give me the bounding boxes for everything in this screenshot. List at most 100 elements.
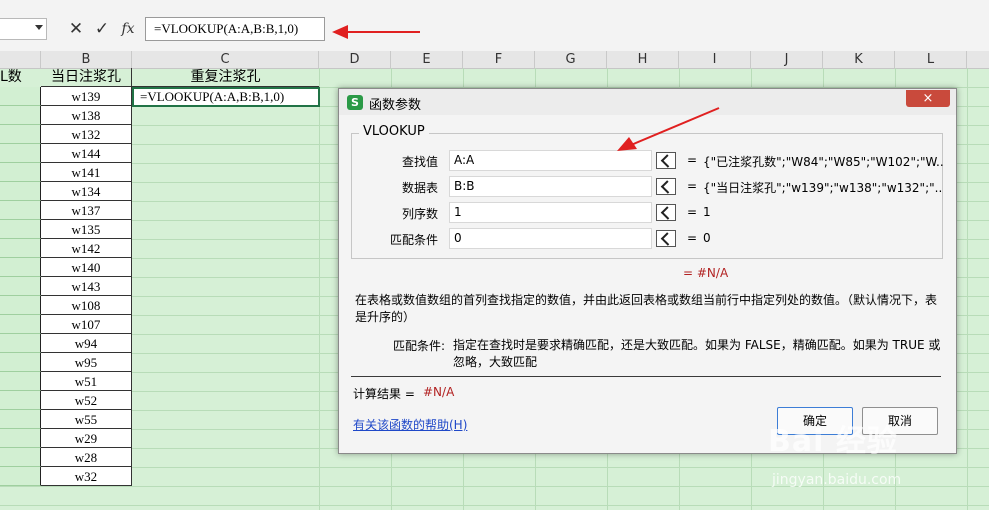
cell-a[interactable] (0, 125, 41, 144)
cell-a1[interactable]: L数 (0, 68, 41, 87)
cell-a[interactable] (0, 239, 41, 258)
calc-result-value: #N/A (423, 385, 455, 399)
cell-a[interactable] (0, 258, 41, 277)
column-header[interactable]: B (41, 51, 132, 68)
wps-logo-icon: S (347, 95, 363, 110)
cell-a[interactable] (0, 353, 41, 372)
cell-a[interactable] (0, 467, 41, 486)
active-cell-c2[interactable]: =VLOOKUP(A:A,B:B,1,0) (132, 87, 320, 107)
function-name: VLOOKUP (359, 124, 429, 139)
cell-b1[interactable]: 当日注浆孔 (41, 68, 132, 87)
col-index-input[interactable]: 1 (449, 202, 652, 223)
cell-b[interactable]: w108 (41, 296, 132, 315)
cell-b[interactable]: w52 (41, 391, 132, 410)
range-lookup-input[interactable]: 0 (449, 228, 652, 249)
arg-equals: = (687, 153, 698, 167)
cell-a[interactable] (0, 315, 41, 334)
cell-a[interactable] (0, 163, 41, 182)
cell-a[interactable] (0, 106, 41, 125)
baidu-watermark: Bai 经验 jingyan.baidu.com (760, 410, 989, 510)
column-header[interactable]: F (463, 51, 535, 68)
red-arrow-annotation (332, 25, 420, 39)
range-select-icon[interactable] (656, 178, 676, 195)
column-header-a[interactable] (0, 51, 41, 68)
cell-b[interactable]: w51 (41, 372, 132, 391)
watermark-url: jingyan.baidu.com (772, 472, 902, 488)
cell-a[interactable] (0, 391, 41, 410)
cell-b[interactable]: w32 (41, 467, 132, 486)
cell-a[interactable] (0, 144, 41, 163)
cell-a[interactable] (0, 201, 41, 220)
cell-b[interactable]: w95 (41, 353, 132, 372)
divider (351, 376, 941, 377)
arg-result: {"已注浆孔数";"W84";"W85";"W102";"W... (703, 155, 943, 169)
cell-b[interactable]: w29 (41, 429, 132, 448)
cancel-formula-icon[interactable]: ✕ (66, 18, 86, 40)
cell-b[interactable]: w107 (41, 315, 132, 334)
column-header[interactable]: D (319, 51, 391, 68)
cell-a[interactable] (0, 448, 41, 467)
lookup-value-input[interactable]: A:A (449, 150, 652, 171)
name-box[interactable] (0, 18, 47, 40)
column-header[interactable]: E (391, 51, 463, 68)
arg-label: 匹配条件 (389, 233, 438, 247)
range-select-icon[interactable] (656, 152, 676, 169)
column-header[interactable]: L (895, 51, 967, 68)
column-header-row: B C D E F G H I J K L (0, 51, 989, 69)
cell-b[interactable]: w144 (41, 144, 132, 163)
red-arrow-annotation (617, 107, 720, 151)
formula-input[interactable]: =VLOOKUP(A:A,B:B,1,0) (145, 17, 325, 41)
cell-b[interactable]: w142 (41, 239, 132, 258)
calc-result-label: 计算结果 = (353, 387, 415, 401)
cell-b[interactable]: w138 (41, 106, 132, 125)
column-header[interactable]: C (132, 51, 319, 68)
cell-a[interactable] (0, 372, 41, 391)
cell-c1[interactable]: 重复注浆孔 (132, 68, 319, 87)
help-link[interactable]: 有关该函数的帮助(H) (353, 416, 467, 433)
column-header[interactable]: J (751, 51, 823, 68)
cell-b[interactable]: w141 (41, 163, 132, 182)
cell-b[interactable]: w143 (41, 277, 132, 296)
function-description: 在表格或数值数组的首列查找指定的数值，并由此返回表格或数组当前行中指定列处的数值… (355, 293, 938, 324)
confirm-formula-icon[interactable]: ✓ (92, 18, 112, 40)
param-desc-label: 匹配条件: (393, 339, 446, 353)
column-header[interactable]: H (607, 51, 679, 68)
cell-b[interactable]: w28 (41, 448, 132, 467)
cell-b[interactable]: w94 (41, 334, 132, 353)
cell-a[interactable] (0, 220, 41, 239)
cell-a[interactable] (0, 334, 41, 353)
cell-a[interactable] (0, 87, 41, 106)
arg-label: 列序数 (401, 207, 438, 221)
arg-result: {"当日注浆孔";"w139";"w138";"w132";"... (703, 181, 943, 195)
dialog-title: 函数参数 (369, 98, 422, 113)
close-button[interactable]: × (906, 90, 950, 107)
fx-icon[interactable]: fx (118, 18, 138, 40)
column-header[interactable]: K (823, 51, 895, 68)
chevron-down-icon[interactable] (35, 25, 43, 30)
range-select-icon[interactable] (656, 204, 676, 221)
cell-a[interactable] (0, 182, 41, 201)
arg-result: 0 (703, 231, 711, 245)
cell-b[interactable]: w135 (41, 220, 132, 239)
cell-b[interactable]: w134 (41, 182, 132, 201)
cell-b[interactable]: w137 (41, 201, 132, 220)
watermark-brand: Bai 经验 (768, 424, 898, 459)
range-select-icon[interactable] (656, 230, 676, 247)
table-array-input[interactable]: B:B (449, 176, 652, 197)
function-arguments-dialog: S 函数参数 × VLOOKUP 查找值 A:A = {"已注浆孔数";"W84… (338, 88, 957, 454)
cell-b[interactable]: w140 (41, 258, 132, 277)
arg-label: 查找值 (401, 155, 438, 169)
cell-a[interactable] (0, 296, 41, 315)
arg-result: 1 (703, 205, 711, 219)
formula-result: = #N/A (683, 266, 729, 280)
column-header[interactable]: G (535, 51, 607, 68)
cell-b[interactable]: w55 (41, 410, 132, 429)
cell-a[interactable] (0, 277, 41, 296)
cell-a[interactable] (0, 410, 41, 429)
cell-a[interactable] (0, 429, 41, 448)
arg-equals: = (687, 179, 698, 193)
arg-equals: = (687, 205, 698, 219)
cell-b[interactable]: w132 (41, 125, 132, 144)
column-header[interactable]: I (679, 51, 751, 68)
cell-b[interactable]: w139 (41, 87, 132, 106)
